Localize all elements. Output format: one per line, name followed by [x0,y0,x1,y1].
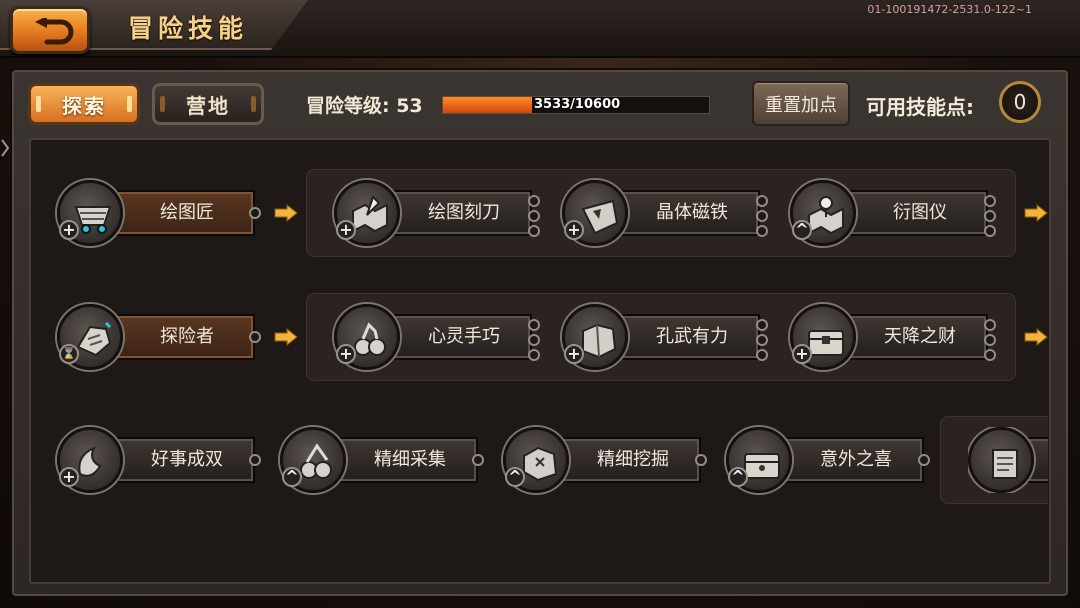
node-badge: + [792,344,812,364]
build-id: 01-100191472-2531.0-122~1 [867,3,1032,16]
top-bar: 冒险技能 01-100191472-2531.0-122~1 [0,0,1080,58]
back-arrow-icon [35,18,74,45]
skill-node-surprise[interactable]: 意外之喜 ^ [726,427,930,493]
node-connector [249,454,261,466]
node-badge: + [564,220,584,240]
tab-explore[interactable]: 探索 [28,83,140,125]
skill-points-label: 可用技能点: [866,95,974,119]
skill-node-double-luck[interactable]: 好事成双 + [57,427,261,493]
node-badge: + [336,220,356,240]
node-label: 好事成双 [151,449,223,470]
node-label: 意外之喜 [820,449,892,470]
xp-bar-fill [443,97,532,113]
node-connector [249,207,261,219]
skill-node-explorer[interactable]: 探险者 ⌛ [57,304,261,370]
node-label: 心灵手巧 [428,326,500,347]
skill-node-deft-hands[interactable]: 心灵手巧 + [334,304,540,370]
node-connectors [756,195,770,240]
node-connector [918,454,930,466]
scroll-map-icon [968,427,1034,493]
node-badge: ^ [505,467,525,487]
node-badge: + [59,467,79,487]
reset-points-button[interactable]: 重置加点 [752,81,850,126]
arrow-right-icon [1024,328,1048,346]
adventure-level: 冒险等级: 53 [306,95,423,117]
node-connectors [528,319,542,364]
arrow-right-icon [274,328,298,346]
arrow-right-icon [274,204,298,222]
skill-node-partial[interactable] [968,427,1048,493]
arrow-right-icon [1024,204,1048,222]
node-connectors [984,319,998,364]
skill-node-windfall[interactable]: 天降之财 + [790,304,996,370]
skill-node-crystal-magnet[interactable]: 晶体磁铁 + [562,180,768,246]
node-badge: + [336,344,356,364]
node-badge: ^ [728,467,748,487]
node-label: 孔武有力 [656,326,728,347]
skill-node-map-device[interactable]: 衍图仪 ^ [790,180,996,246]
skill-node-fine-gather[interactable]: 精细采集 ^ [280,427,484,493]
node-label: 衍图仪 [893,202,947,223]
node-badge: + [59,220,79,240]
node-connectors [756,319,770,364]
node-label: 绘图刻刀 [428,202,500,223]
skill-node-fine-dig[interactable]: 精细挖掘 ^ [503,427,707,493]
node-badge: + [564,344,584,364]
node-connector [472,454,484,466]
skill-points-badge: 0 [999,81,1041,123]
tab-camp[interactable]: 营地 [152,83,264,125]
back-button[interactable] [10,6,90,54]
skill-node-cartographer[interactable]: 绘图匠 + [57,180,261,246]
skills-screen: 冒险技能 01-100191472-2531.0-122~1 探索 营地 冒险等… [0,0,1080,608]
node-label: 绘图匠 [160,202,214,223]
node-label: 精细挖掘 [597,449,669,470]
xp-text: 3533/10600 [534,97,621,112]
node-label: 天降之财 [884,326,956,347]
node-badge: ^ [792,220,812,240]
node-connector [249,331,261,343]
node-label: 探险者 [160,326,214,347]
skill-node-strength[interactable]: 孔武有力 + [562,304,768,370]
node-connector [695,454,707,466]
page-title: 冒险技能 [128,14,249,43]
node-connectors [528,195,542,240]
node-label: 晶体磁铁 [656,202,728,223]
node-badge: ^ [282,467,302,487]
side-chevron-icon[interactable] [0,137,10,159]
node-badge: ⌛ [59,344,79,364]
node-label: 精细采集 [374,449,446,470]
skill-node-map-knife[interactable]: 绘图刻刀 + [334,180,540,246]
node-connectors [984,195,998,240]
